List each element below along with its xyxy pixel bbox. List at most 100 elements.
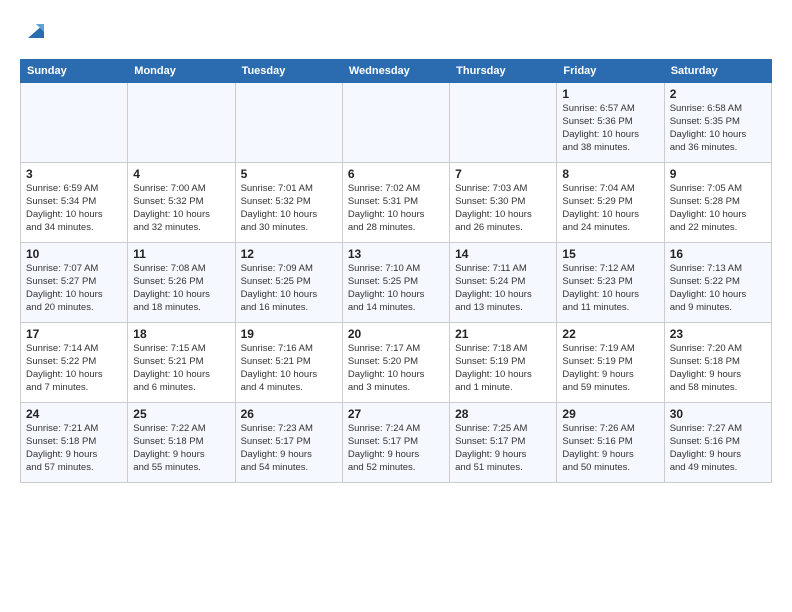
day-info: Sunrise: 7:08 AM Sunset: 5:26 PM Dayligh… <box>133 263 229 314</box>
day-info: Sunrise: 7:04 AM Sunset: 5:29 PM Dayligh… <box>562 183 658 234</box>
calendar-cell: 8 Sunrise: 7:04 AM Sunset: 5:29 PM Daylig… <box>557 163 664 243</box>
day-info: Sunrise: 7:27 AM Sunset: 5:16 PM Dayligh… <box>670 423 766 474</box>
day-header-thursday: Thursday <box>450 60 557 83</box>
day-info: Sunrise: 6:57 AM Sunset: 5:36 PM Dayligh… <box>562 103 658 154</box>
day-info: Sunrise: 7:15 AM Sunset: 5:21 PM Dayligh… <box>133 343 229 394</box>
calendar-header: SundayMondayTuesdayWednesdayThursdayFrid… <box>21 60 772 83</box>
day-info: Sunrise: 6:58 AM Sunset: 5:35 PM Dayligh… <box>670 103 766 154</box>
day-info: Sunrise: 7:20 AM Sunset: 5:18 PM Dayligh… <box>670 343 766 394</box>
calendar-cell: 10 Sunrise: 7:07 AM Sunset: 5:27 PM Dayli… <box>21 243 128 323</box>
day-info: Sunrise: 7:12 AM Sunset: 5:23 PM Dayligh… <box>562 263 658 314</box>
day-info: Sunrise: 7:17 AM Sunset: 5:20 PM Dayligh… <box>348 343 444 394</box>
calendar-cell: 23Sunrise: 7:20 AM Sunset: 5:18 PM Dayli… <box>664 323 771 403</box>
day-number: 18 <box>133 327 229 341</box>
day-info: Sunrise: 7:24 AM Sunset: 5:17 PM Dayligh… <box>348 423 444 474</box>
day-number: 21 <box>455 327 551 341</box>
calendar-cell: 29 Sunrise: 7:26 AM Sunset: 5:16 PM Dayli… <box>557 403 664 483</box>
calendar-cell: 12 Sunrise: 7:09 AM Sunset: 5:25 PM Dayli… <box>235 243 342 323</box>
calendar-cell: 27 Sunrise: 7:24 AM Sunset: 5:17 PM Dayli… <box>342 403 449 483</box>
day-number: 10 <box>26 247 122 261</box>
week-row-1: 1 Sunrise: 6:57 AM Sunset: 5:36 PM Daylig… <box>21 83 772 163</box>
calendar-cell: 17Sunrise: 7:14 AM Sunset: 5:22 PM Dayli… <box>21 323 128 403</box>
day-info: Sunrise: 7:03 AM Sunset: 5:30 PM Dayligh… <box>455 183 551 234</box>
day-number: 4 <box>133 167 229 181</box>
header <box>20 16 772 49</box>
day-info: Sunrise: 7:16 AM Sunset: 5:21 PM Dayligh… <box>241 343 337 394</box>
calendar-cell <box>21 83 128 163</box>
day-info: Sunrise: 7:07 AM Sunset: 5:27 PM Dayligh… <box>26 263 122 314</box>
day-header-tuesday: Tuesday <box>235 60 342 83</box>
calendar-cell: 24 Sunrise: 7:21 AM Sunset: 5:18 PM Dayli… <box>21 403 128 483</box>
calendar-cell: 2 Sunrise: 6:58 AM Sunset: 5:35 PM Daylig… <box>664 83 771 163</box>
day-info: Sunrise: 7:01 AM Sunset: 5:32 PM Dayligh… <box>241 183 337 234</box>
calendar-cell: 28Sunrise: 7:25 AM Sunset: 5:17 PM Dayli… <box>450 403 557 483</box>
day-number: 8 <box>562 167 658 181</box>
calendar-cell: 18 Sunrise: 7:15 AM Sunset: 5:21 PM Dayli… <box>128 323 235 403</box>
day-number: 3 <box>26 167 122 181</box>
day-info: Sunrise: 7:25 AM Sunset: 5:17 PM Dayligh… <box>455 423 551 474</box>
day-number: 27 <box>348 407 444 421</box>
day-info: Sunrise: 7:23 AM Sunset: 5:17 PM Dayligh… <box>241 423 337 474</box>
calendar-cell: 11 Sunrise: 7:08 AM Sunset: 5:26 PM Dayli… <box>128 243 235 323</box>
day-info: Sunrise: 7:10 AM Sunset: 5:25 PM Dayligh… <box>348 263 444 314</box>
logo-icon <box>22 16 50 44</box>
day-number: 30 <box>670 407 766 421</box>
day-info: Sunrise: 7:00 AM Sunset: 5:32 PM Dayligh… <box>133 183 229 234</box>
calendar-cell <box>342 83 449 163</box>
day-info: Sunrise: 7:11 AM Sunset: 5:24 PM Dayligh… <box>455 263 551 314</box>
calendar-cell: 1 Sunrise: 6:57 AM Sunset: 5:36 PM Daylig… <box>557 83 664 163</box>
day-number: 11 <box>133 247 229 261</box>
day-info: Sunrise: 7:09 AM Sunset: 5:25 PM Dayligh… <box>241 263 337 314</box>
calendar-cell: 13 Sunrise: 7:10 AM Sunset: 5:25 PM Dayli… <box>342 243 449 323</box>
day-number: 16 <box>670 247 766 261</box>
day-info: Sunrise: 7:13 AM Sunset: 5:22 PM Dayligh… <box>670 263 766 314</box>
day-number: 15 <box>562 247 658 261</box>
day-number: 7 <box>455 167 551 181</box>
day-info: Sunrise: 7:14 AM Sunset: 5:22 PM Dayligh… <box>26 343 122 394</box>
day-number: 25 <box>133 407 229 421</box>
day-number: 13 <box>348 247 444 261</box>
calendar-cell <box>450 83 557 163</box>
calendar-cell <box>235 83 342 163</box>
week-row-5: 24 Sunrise: 7:21 AM Sunset: 5:18 PM Dayli… <box>21 403 772 483</box>
calendar-cell: 22 Sunrise: 7:19 AM Sunset: 5:19 PM Dayli… <box>557 323 664 403</box>
day-info: Sunrise: 7:02 AM Sunset: 5:31 PM Dayligh… <box>348 183 444 234</box>
day-header-sunday: Sunday <box>21 60 128 83</box>
week-row-2: 3 Sunrise: 6:59 AM Sunset: 5:34 PM Daylig… <box>21 163 772 243</box>
calendar-cell: 15 Sunrise: 7:12 AM Sunset: 5:23 PM Dayli… <box>557 243 664 323</box>
day-number: 22 <box>562 327 658 341</box>
calendar-cell <box>128 83 235 163</box>
calendar-cell: 16 Sunrise: 7:13 AM Sunset: 5:22 PM Dayli… <box>664 243 771 323</box>
day-number: 9 <box>670 167 766 181</box>
day-number: 24 <box>26 407 122 421</box>
calendar-cell: 14Sunrise: 7:11 AM Sunset: 5:24 PM Dayli… <box>450 243 557 323</box>
calendar-cell: 30 Sunrise: 7:27 AM Sunset: 5:16 PM Dayli… <box>664 403 771 483</box>
calendar-cell: 5Sunrise: 7:01 AM Sunset: 5:32 PM Daylig… <box>235 163 342 243</box>
day-info: Sunrise: 6:59 AM Sunset: 5:34 PM Dayligh… <box>26 183 122 234</box>
day-number: 19 <box>241 327 337 341</box>
calendar-cell: 19 Sunrise: 7:16 AM Sunset: 5:21 PM Dayli… <box>235 323 342 403</box>
day-header-friday: Friday <box>557 60 664 83</box>
day-header-monday: Monday <box>128 60 235 83</box>
day-info: Sunrise: 7:22 AM Sunset: 5:18 PM Dayligh… <box>133 423 229 474</box>
calendar-cell: 20 Sunrise: 7:17 AM Sunset: 5:20 PM Dayli… <box>342 323 449 403</box>
logo <box>20 16 50 49</box>
day-number: 26 <box>241 407 337 421</box>
day-header-wednesday: Wednesday <box>342 60 449 83</box>
day-info: Sunrise: 7:26 AM Sunset: 5:16 PM Dayligh… <box>562 423 658 474</box>
day-number: 1 <box>562 87 658 101</box>
day-number: 2 <box>670 87 766 101</box>
week-row-3: 10 Sunrise: 7:07 AM Sunset: 5:27 PM Dayli… <box>21 243 772 323</box>
day-header-saturday: Saturday <box>664 60 771 83</box>
calendar-cell: 7 Sunrise: 7:03 AM Sunset: 5:30 PM Daylig… <box>450 163 557 243</box>
day-info: Sunrise: 7:05 AM Sunset: 5:28 PM Dayligh… <box>670 183 766 234</box>
day-info: Sunrise: 7:21 AM Sunset: 5:18 PM Dayligh… <box>26 423 122 474</box>
calendar-cell: 26 Sunrise: 7:23 AM Sunset: 5:17 PM Dayli… <box>235 403 342 483</box>
day-number: 29 <box>562 407 658 421</box>
day-number: 20 <box>348 327 444 341</box>
day-info: Sunrise: 7:19 AM Sunset: 5:19 PM Dayligh… <box>562 343 658 394</box>
day-number: 12 <box>241 247 337 261</box>
page: SundayMondayTuesdayWednesdayThursdayFrid… <box>0 0 792 493</box>
calendar-cell: 4 Sunrise: 7:00 AM Sunset: 5:32 PM Daylig… <box>128 163 235 243</box>
calendar-cell: 3 Sunrise: 6:59 AM Sunset: 5:34 PM Daylig… <box>21 163 128 243</box>
